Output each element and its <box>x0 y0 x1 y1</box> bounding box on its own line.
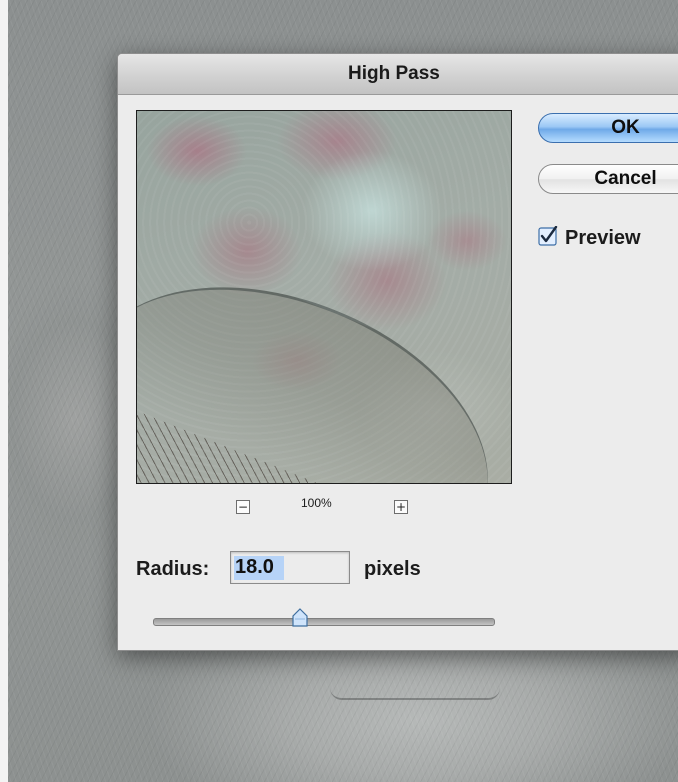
ok-button[interactable]: OK <box>538 113 678 143</box>
high-pass-dialog: High Pass − 100% + Radius: pixels OK Can… <box>117 53 678 651</box>
radius-slider-track[interactable] <box>153 618 495 626</box>
preview-checkbox[interactable] <box>538 226 558 246</box>
background-edge <box>0 0 8 782</box>
radius-unit-label: pixels <box>364 558 421 580</box>
cancel-button-label: Cancel <box>594 168 657 189</box>
zoom-in-button[interactable]: + <box>394 500 408 514</box>
dialog-titlebar[interactable]: High Pass <box>118 54 678 95</box>
dialog-title: High Pass <box>348 63 440 84</box>
preview-pane[interactable] <box>136 110 512 484</box>
plus-icon: + <box>395 500 407 514</box>
background-mouth-line <box>330 688 500 700</box>
zoom-level: 100% <box>301 496 332 510</box>
preview-checkbox-label[interactable]: Preview <box>565 227 641 250</box>
cancel-button[interactable]: Cancel <box>538 164 678 194</box>
radius-label: Radius: <box>136 558 210 580</box>
slider-thumb-icon[interactable] <box>291 608 309 628</box>
radius-input[interactable] <box>230 551 350 584</box>
zoom-out-button[interactable]: − <box>236 500 250 514</box>
ok-button-label: OK <box>611 117 640 138</box>
minus-icon: − <box>237 500 249 514</box>
